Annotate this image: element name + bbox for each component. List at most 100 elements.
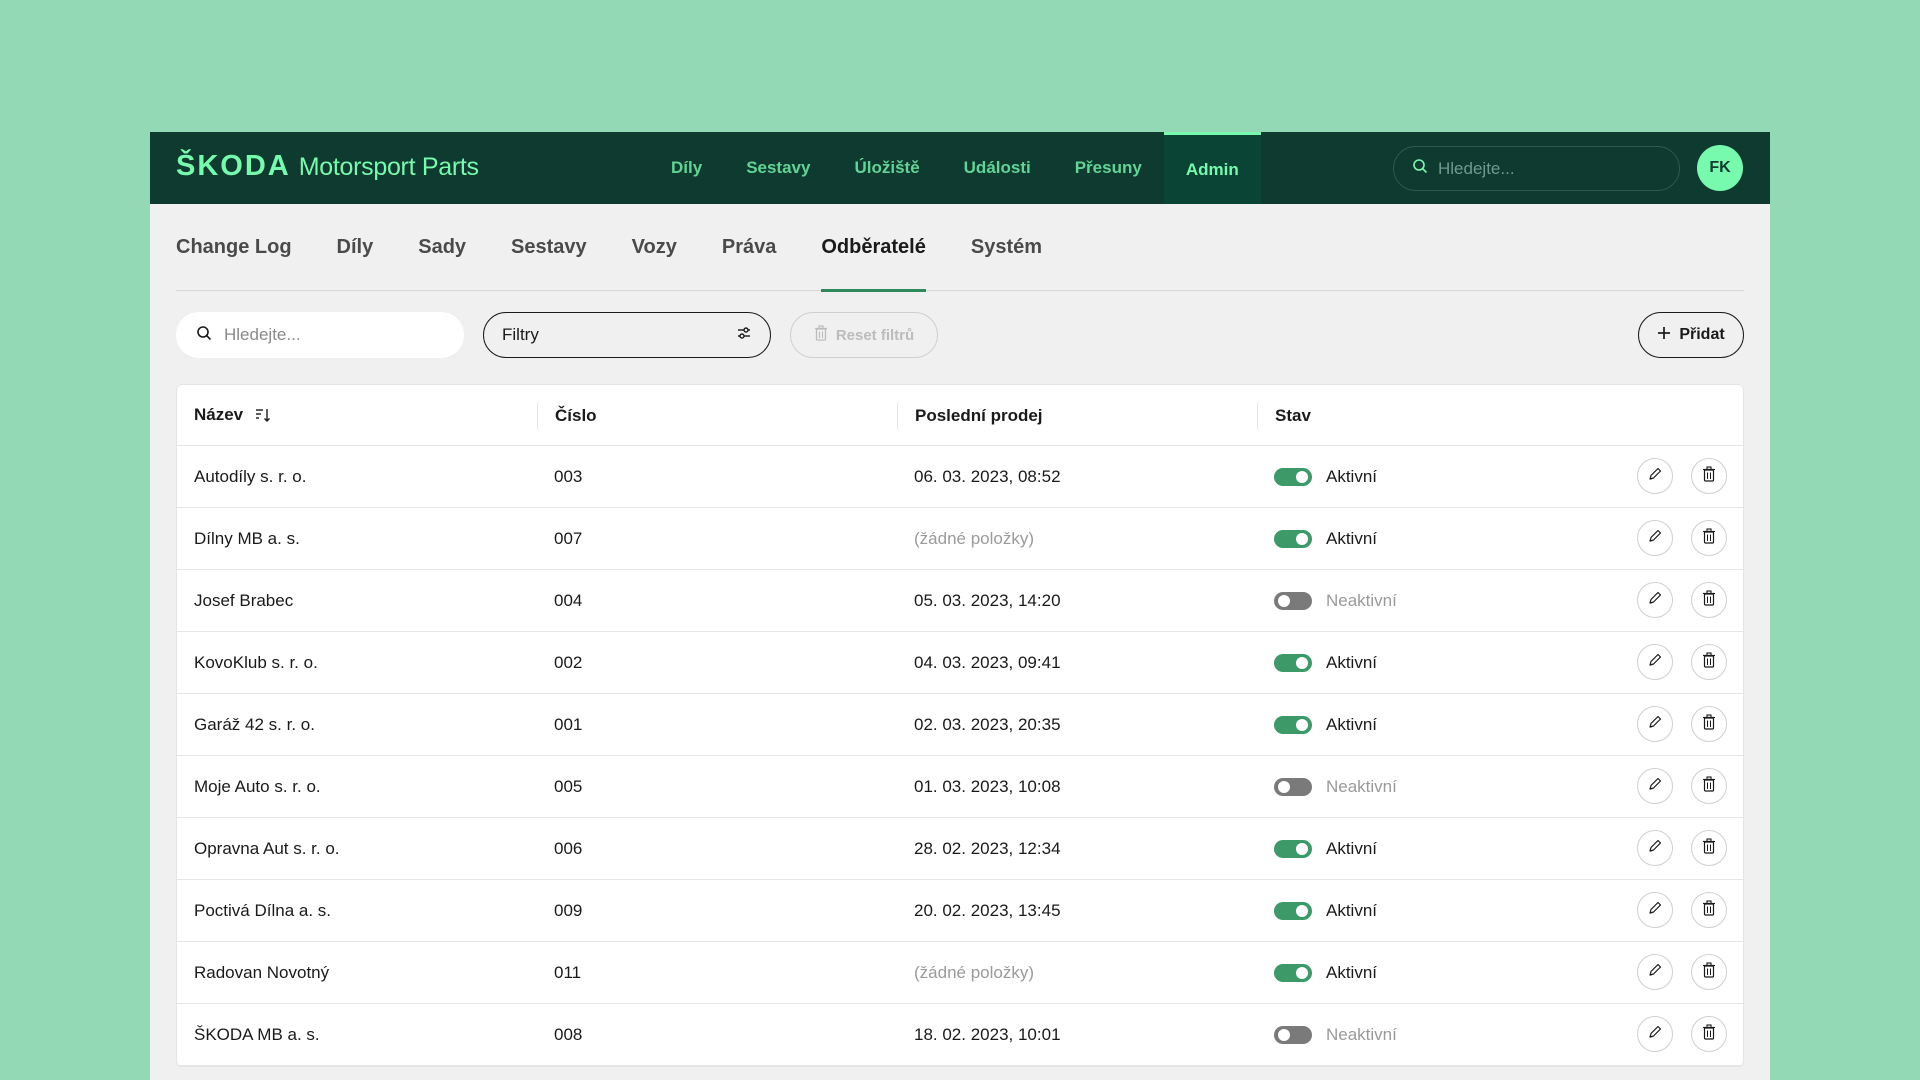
- pencil-icon: [1647, 1024, 1663, 1045]
- trash-icon: [1702, 651, 1716, 673]
- tab-change-log[interactable]: Change Log: [176, 204, 292, 291]
- nav-item-dily[interactable]: Díly: [649, 132, 724, 204]
- reset-filters-label: Reset filtrů: [835, 326, 915, 344]
- app-window: ŠKODA Motorsport Parts Díly Sestavy Úlož…: [150, 132, 1770, 1080]
- delete-button[interactable]: [1691, 768, 1727, 804]
- global-search-input[interactable]: [1438, 158, 1658, 179]
- status-toggle[interactable]: [1274, 901, 1312, 920]
- pencil-icon: [1647, 962, 1663, 983]
- pencil-icon: [1647, 528, 1663, 549]
- column-header-name[interactable]: Název: [194, 385, 271, 445]
- edit-button[interactable]: [1637, 458, 1673, 494]
- delete-button[interactable]: [1691, 706, 1727, 742]
- user-avatar[interactable]: FK: [1697, 145, 1743, 191]
- tab-sestavy[interactable]: Sestavy: [511, 204, 587, 291]
- edit-button[interactable]: [1637, 520, 1673, 556]
- table-row[interactable]: ŠKODA MB a. s. 008 18. 02. 2023, 10:01 Neak…: [177, 1004, 1743, 1066]
- table-row[interactable]: Opravna Aut s. r. o. 006 28. 02. 2023, 12:…: [177, 818, 1743, 880]
- cell-number: 001: [554, 714, 583, 734]
- cell-last-sale: 01. 03. 2023, 10:08: [914, 776, 1061, 796]
- tab-system[interactable]: Systém: [971, 204, 1042, 291]
- trash-icon: [1702, 589, 1716, 611]
- cell-status: Aktivní: [1274, 694, 1377, 755]
- delete-button[interactable]: [1691, 830, 1727, 866]
- nav-item-presuny[interactable]: Přesuny: [1053, 132, 1164, 204]
- tab-sady[interactable]: Sady: [418, 204, 466, 291]
- trash-icon: [1702, 961, 1716, 983]
- delete-button[interactable]: [1691, 892, 1727, 928]
- nav-item-admin[interactable]: Admin: [1163, 132, 1261, 204]
- delete-button[interactable]: [1691, 520, 1727, 556]
- status-label: Aktivní: [1326, 652, 1378, 672]
- cell-name: Garáž 42 s. r. o.: [194, 714, 315, 734]
- status-toggle[interactable]: [1274, 715, 1312, 734]
- tab-dily[interactable]: Díly: [337, 204, 374, 291]
- status-toggle[interactable]: [1274, 1025, 1312, 1044]
- tab-vozy[interactable]: Vozy: [632, 204, 677, 291]
- filter-button[interactable]: Filtry: [483, 312, 771, 358]
- cell-status: Aktivní: [1274, 446, 1377, 507]
- cell-status: Neaktivní: [1274, 1004, 1397, 1065]
- table-row[interactable]: Moje Auto s. r. o. 005 01. 03. 2023, 10:08…: [177, 756, 1743, 818]
- column-header-last-sale[interactable]: Poslední prodej: [897, 403, 1043, 429]
- table-search-input[interactable]: [224, 325, 444, 345]
- status-toggle[interactable]: [1274, 591, 1312, 610]
- delete-button[interactable]: [1691, 458, 1727, 494]
- status-toggle[interactable]: [1274, 777, 1312, 796]
- edit-button[interactable]: [1637, 582, 1673, 618]
- tab-odberatele[interactable]: Odběratelé: [821, 204, 927, 292]
- delete-button[interactable]: [1691, 644, 1727, 680]
- nav-item-udalosti[interactable]: Události: [942, 132, 1053, 204]
- table-row[interactable]: Garáž 42 s. r. o. 001 02. 03. 2023, 20:35 A…: [177, 694, 1743, 756]
- nav-item-sestavy[interactable]: Sestavy: [724, 132, 832, 204]
- table-row[interactable]: Radovan Novotný 011 (žádné položky) Aktivní: [177, 942, 1743, 1004]
- status-toggle[interactable]: [1274, 467, 1312, 486]
- table-row[interactable]: KovoKlub s. r. o. 002 04. 03. 2023, 09:41 A…: [177, 632, 1743, 694]
- edit-button[interactable]: [1637, 830, 1673, 866]
- edit-button[interactable]: [1637, 644, 1673, 680]
- edit-button[interactable]: [1637, 706, 1673, 742]
- table-row[interactable]: Josef Brabec 004 05. 03. 2023, 14:20 Neakti…: [177, 570, 1743, 632]
- table-row[interactable]: Autodíly s. r. o. 003 06. 03. 2023, 08:52 A…: [177, 446, 1743, 508]
- cell-name: Josef Brabec: [194, 590, 294, 610]
- pencil-icon: [1647, 714, 1663, 735]
- column-header-number[interactable]: Číslo: [537, 403, 597, 429]
- cell-last-sale: (žádné položky): [914, 528, 1035, 548]
- status-label: Aktivní: [1326, 714, 1378, 734]
- nav-item-uloziste[interactable]: Úložiště: [832, 132, 941, 204]
- column-header-status[interactable]: Stav: [1257, 403, 1311, 429]
- logo-brand: ŠKODA: [176, 150, 291, 182]
- cell-status: Aktivní: [1274, 880, 1377, 941]
- status-label: Aktivní: [1326, 466, 1378, 486]
- cell-last-sale: 18. 02. 2023, 10:01: [914, 1024, 1061, 1044]
- cell-last-sale: 06. 03. 2023, 08:52: [914, 466, 1061, 486]
- cell-status: Aktivní: [1274, 818, 1377, 879]
- status-label: Neaktivní: [1326, 1024, 1397, 1044]
- status-toggle[interactable]: [1274, 529, 1312, 548]
- delete-button[interactable]: [1691, 1016, 1727, 1052]
- delete-button[interactable]: [1691, 954, 1727, 990]
- top-navigation-bar: ŠKODA Motorsport Parts Díly Sestavy Úlož…: [150, 132, 1770, 204]
- main-nav: Díly Sestavy Úložiště Události Přesuny A…: [649, 132, 1261, 204]
- status-toggle[interactable]: [1274, 963, 1312, 982]
- sort-icon[interactable]: [255, 407, 271, 423]
- reset-filters-button[interactable]: Reset filtrů: [790, 312, 938, 358]
- delete-button[interactable]: [1691, 582, 1727, 618]
- add-button[interactable]: Přidat: [1638, 312, 1744, 358]
- trash-icon: [814, 325, 828, 345]
- tab-prava[interactable]: Práva: [722, 204, 777, 291]
- table-search[interactable]: [176, 312, 464, 358]
- table-row[interactable]: Poctivá Dílna a. s. 009 20. 02. 2023, 13:4…: [177, 880, 1743, 942]
- logo[interactable]: ŠKODA Motorsport Parts: [176, 150, 479, 183]
- status-toggle[interactable]: [1274, 839, 1312, 858]
- pencil-icon: [1647, 652, 1663, 673]
- table-row[interactable]: Dílny MB a. s. 007 (žádné položky) Aktivní: [177, 508, 1743, 570]
- status-toggle[interactable]: [1274, 653, 1312, 672]
- pencil-icon: [1647, 838, 1663, 859]
- global-search[interactable]: [1393, 146, 1680, 191]
- column-header-name-label: Název: [194, 405, 244, 424]
- edit-button[interactable]: [1637, 954, 1673, 990]
- edit-button[interactable]: [1637, 892, 1673, 928]
- edit-button[interactable]: [1637, 768, 1673, 804]
- edit-button[interactable]: [1637, 1016, 1673, 1052]
